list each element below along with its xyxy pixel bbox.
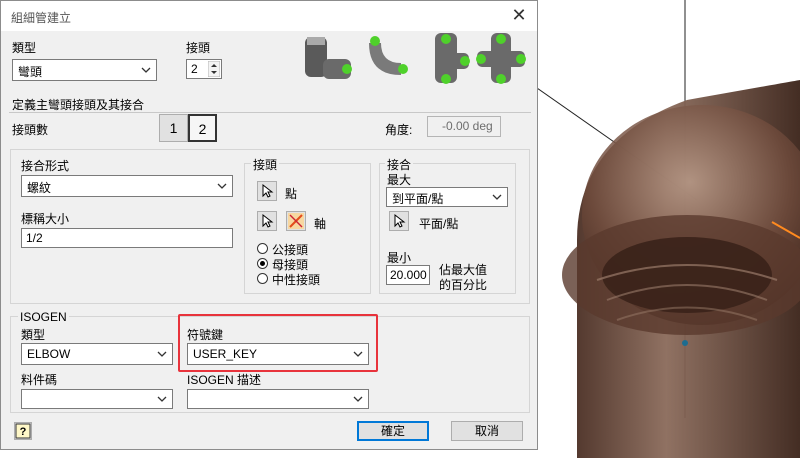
point-label: 點 [285, 187, 298, 201]
max-label: 最大 [387, 173, 412, 187]
elbow-model-render [537, 0, 800, 458]
gender-neutral-label: 中性接頭 [272, 273, 321, 287]
help-button[interactable]: ? [14, 422, 32, 440]
joint-value: 2 [191, 62, 198, 76]
isogen-desc-label: ISOGEN 描述 [187, 373, 262, 387]
joint-label: 接頭 [186, 41, 211, 55]
joint-count-2-label: 2 [198, 121, 207, 137]
gender-male-radio[interactable] [257, 243, 268, 254]
part-code-label: 料件碼 [21, 373, 58, 387]
tee-type-icon[interactable] [419, 31, 475, 87]
type-value: 彎頭 [18, 65, 43, 79]
elbow-type2-icon[interactable] [361, 31, 417, 87]
cancel-label: 取消 [474, 424, 499, 438]
max-select[interactable]: 到平面/點 [386, 187, 508, 207]
gender-female-radio[interactable] [257, 258, 268, 269]
chevron-down-icon [141, 67, 151, 73]
joint-count-label: 接頭數 [12, 123, 49, 137]
part-code-select[interactable] [21, 389, 173, 409]
select-cursor-icon [262, 183, 274, 198]
chevron-down-icon [492, 194, 502, 200]
ok-label: 確定 [380, 424, 405, 438]
angle-value: -0.00 deg [442, 119, 493, 133]
isogen-type-value: ELBOW [27, 347, 71, 361]
joint-count-1-button[interactable]: 1 [159, 114, 188, 142]
select-plane-point-button[interactable] [389, 211, 409, 231]
nominal-label: 標稱大小 [21, 212, 70, 226]
svg-text:?: ? [20, 426, 27, 438]
plane-point-label: 平面/點 [419, 217, 459, 231]
form-select[interactable]: 螺紋 [21, 175, 233, 197]
isogen-type-label: 類型 [21, 328, 46, 342]
min-input[interactable]: 20.000 [386, 265, 430, 285]
ok-button[interactable]: 確定 [357, 421, 429, 441]
isogen-type-select[interactable]: ELBOW [21, 343, 173, 365]
select-cursor-icon [262, 213, 274, 228]
chevron-down-icon [217, 183, 227, 189]
help-icon: ? [15, 423, 31, 439]
joint-group-title: 接頭 [251, 156, 280, 173]
min-value: 20.000 [390, 268, 427, 282]
nominal-value: 1/2 [26, 231, 43, 245]
divider [9, 112, 531, 113]
min-label: 最小 [387, 251, 412, 265]
spin-arrows-icon[interactable] [208, 61, 220, 77]
max-value: 到平面/點 [392, 192, 444, 206]
select-axis-button[interactable] [257, 211, 277, 231]
gender-neutral-radio[interactable] [257, 273, 268, 284]
define-heading: 定義主彎頭接頭及其接合 [12, 98, 145, 112]
chevron-down-icon [353, 396, 363, 402]
title-bar: 組細管建立 ✕ [1, 1, 537, 31]
angle-label: 角度: [385, 123, 413, 137]
nominal-input[interactable]: 1/2 [21, 228, 233, 248]
select-cursor-icon [394, 213, 406, 228]
estimate-line2: 的百分比 [439, 278, 488, 292]
flip-axis-icon [288, 213, 304, 229]
joint-spinner[interactable]: 2 [186, 59, 222, 79]
form-label: 接合形式 [21, 159, 70, 173]
select-point-button[interactable] [257, 181, 277, 201]
angle-input[interactable]: -0.00 deg [427, 116, 501, 137]
joint-count-1-label: 1 [169, 120, 178, 136]
elbow-type1-icon[interactable] [301, 31, 357, 87]
symbol-key-highlight [178, 314, 378, 372]
isogen-group-title: ISOGEN [18, 310, 69, 324]
type-select[interactable]: 彎頭 [12, 59, 157, 81]
close-icon[interactable]: ✕ [509, 6, 529, 26]
cancel-button[interactable]: 取消 [451, 421, 523, 441]
type-label: 類型 [12, 41, 37, 55]
axis-label: 軸 [314, 217, 327, 231]
model-viewport[interactable] [537, 0, 800, 458]
pipe-build-dialog: 組細管建立 ✕ 類型 彎頭 接頭 2 定義主彎頭接頭及其接合 接頭數 1 2 角… [0, 0, 538, 450]
isogen-desc-select[interactable] [187, 389, 369, 409]
form-value: 螺紋 [27, 181, 52, 195]
dialog-title: 組細管建立 [11, 11, 72, 25]
chevron-down-icon [157, 396, 167, 402]
chevron-down-icon [157, 351, 167, 357]
cross-type-icon[interactable] [473, 31, 529, 87]
joint-count-2-button[interactable]: 2 [188, 114, 217, 142]
flip-axis-button[interactable] [286, 211, 306, 231]
